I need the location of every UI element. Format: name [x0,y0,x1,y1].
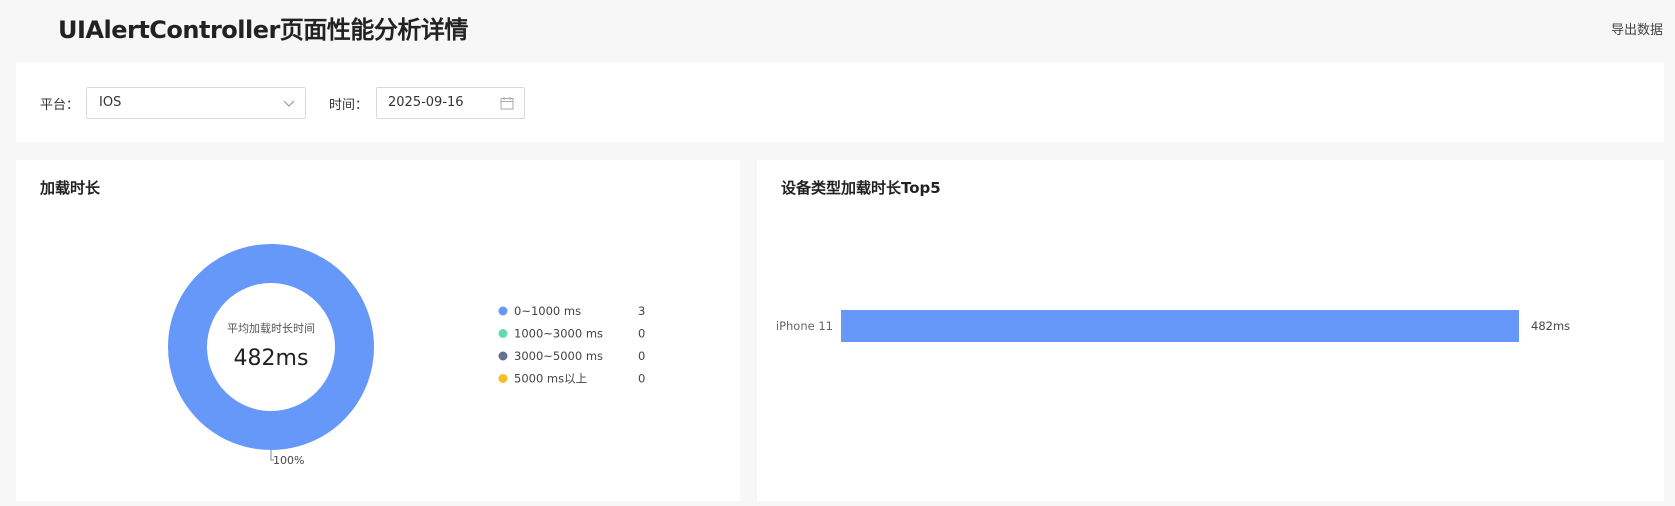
filter-panel: 平台： IOS 时间： 2025-09-16 [16,62,1664,142]
legend-dot [498,306,508,316]
bar-value-label: 482ms [1531,319,1570,333]
slice-percent-label: 100% [273,454,304,467]
page-title: UIAlertController页面性能分析详情 [58,16,468,44]
bar [841,310,1519,342]
legend-value: 0 [638,349,645,363]
device-top5-card: 设备类型加载时长Top5 iPhone 11 482ms [757,160,1664,501]
platform-select[interactable]: IOS [86,87,306,119]
date-picker[interactable]: 2025-09-16 [376,87,525,119]
chevron-down-icon [283,100,295,107]
device-top5-bar-chart: iPhone 11 482ms [776,310,1570,342]
legend-label: 1000~3000 ms [514,327,603,341]
export-data-link[interactable]: 导出数据 [1611,19,1663,38]
donut-center-value: 482ms [234,346,309,371]
legend-value: 0 [638,372,645,386]
platform-select-value: IOS [99,95,122,110]
legend-dot [498,329,508,338]
legend-dot [498,374,508,383]
platform-label: 平台： [40,98,80,113]
legend-value: 3 [638,304,645,318]
date-picker-value: 2025-09-16 [388,95,464,110]
calendar-icon [500,97,514,110]
legend-dot [498,351,508,361]
legend-label: 0~1000 ms [514,304,581,318]
legend-label: 5000 ms以上 [514,372,587,386]
legend-value: 0 [638,327,645,341]
donut-center-label: 平均加载时长时间 [227,322,315,335]
load-duration-card: 加载时长 平均加载时长时间 482ms 100% 0~1000 ms 3 1000~300… [16,160,740,501]
bar-category-label: iPhone 11 [776,319,833,333]
page-header: UIAlertController页面性能分析详情 导出数据 [0,0,1675,60]
legend-label: 3000~5000 ms [514,349,603,363]
time-label: 时间： [329,98,369,113]
load-duration-donut-chart: 平均加载时长时间 482ms 100% 0~1000 ms 3 1000~3000 ms 0… [168,244,645,467]
